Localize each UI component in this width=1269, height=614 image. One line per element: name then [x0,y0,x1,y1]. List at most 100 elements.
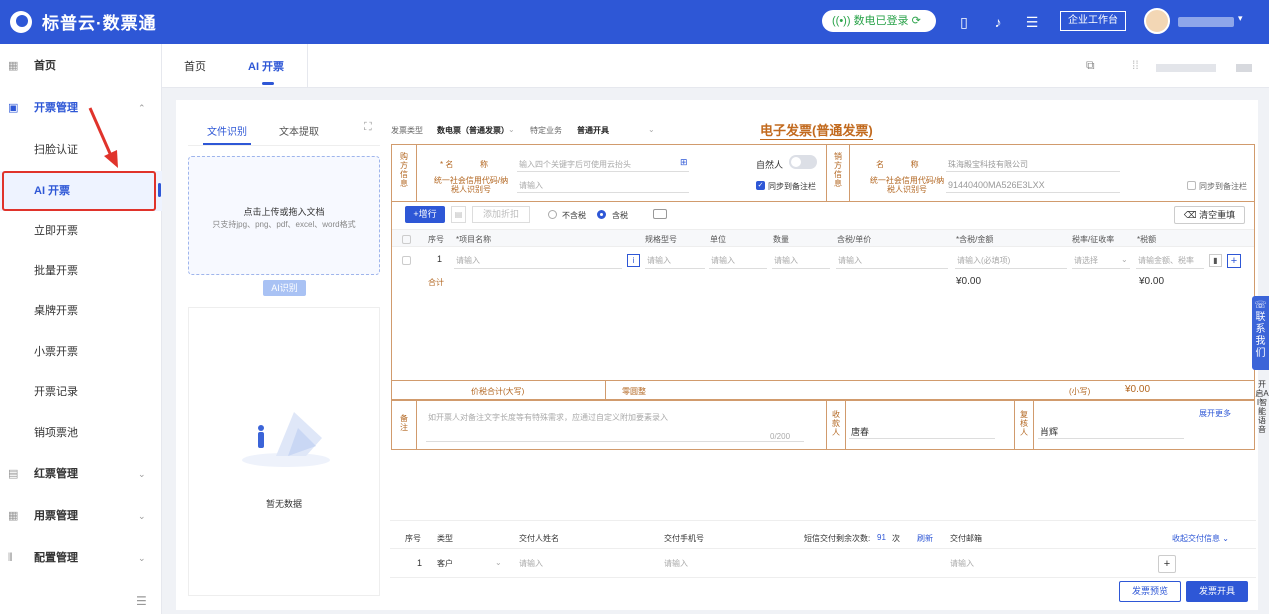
trash-icon[interactable]: ▮ [1209,254,1222,267]
sync-checkbox-checked[interactable]: ✓ [756,181,765,190]
radio-excl-tax[interactable] [548,210,557,219]
seller-sync-label: 同步到备注栏 [1199,182,1247,191]
message-icon[interactable]: ☰ [1022,12,1042,32]
item-name-input[interactable]: 请输入 [456,255,480,266]
biz-select[interactable]: 普通开具 [577,125,609,136]
unit-input[interactable]: 请输入 [711,255,735,266]
tablet-icon[interactable]: ▯ [954,12,974,32]
tab-divider [307,44,308,88]
caret-down-icon[interactable]: ▾ [1238,13,1243,24]
contact-us-tab[interactable]: ☏ 联系我们 [1252,296,1269,370]
deliv-name-input[interactable]: 请输入 [519,558,543,569]
ai-voice-tab[interactable]: 开启AI智能语音 [1255,380,1269,434]
remark-input[interactable]: 如开票人对备注文字长度等有特殊需求，应通过自定义附加要素录入 [428,412,668,423]
col-unit: 单位 [710,235,726,244]
deliv-email-input[interactable]: 请输入 [950,558,974,569]
cloud-title-icon[interactable]: ⊞ [680,157,688,168]
ai-recognize-button[interactable]: AI识别 [263,280,306,296]
amount-input[interactable]: 请输入(必填项) [957,255,1010,266]
input-underline [426,441,804,442]
qty-input[interactable]: 请输入 [774,255,798,266]
chevron-down-icon[interactable]: ⌄ [648,125,655,134]
tax-input[interactable]: 请输金额、税率 [1138,255,1194,266]
buyer-tax-input[interactable]: 请输入 [519,180,543,191]
row-checkbox[interactable] [402,256,411,265]
username-redacted[interactable] [1178,17,1234,27]
chevron-down-icon[interactable]: ⌄ [508,125,515,134]
price-input[interactable]: 请输入 [838,255,862,266]
tax-rate-select[interactable]: 请选择 [1074,255,1098,266]
clipboard-icon[interactable]: ⧉ [1086,58,1095,73]
refresh-link[interactable]: 刷新 [917,533,933,544]
sidebar-item-table-card[interactable]: 桌牌开票 [0,291,162,331]
invoice-type-select[interactable]: 数电票（普通发票） [437,125,509,136]
add-discount-button[interactable]: 添加折扣 [472,206,530,223]
sidebar-item-red-ticket[interactable]: ▤ 红票管理 ⌄ [0,454,162,494]
bell-icon[interactable]: ♪ [988,12,1008,32]
deliv-row-index: 1 [417,558,423,568]
payee-label: 收款人 [832,410,840,437]
menu-collapse-icon[interactable]: ☰ [136,594,147,608]
sidebar-item-batch[interactable]: 批量开票 [0,251,162,291]
select-all-checkbox[interactable] [402,235,411,244]
input-underline [772,268,830,269]
reviewer-label: 复核人 [1020,410,1028,437]
deliv-col-index: 序号 [405,534,421,543]
total-upper: 零圆整 [622,387,646,396]
seller-sync-checkbox[interactable] [1187,181,1196,190]
sidebar-item-pool[interactable]: 销项票池 [0,413,162,453]
sidebar-item-records[interactable]: 开票记录 [0,372,162,412]
expand-icon[interactable]: ⛶ [364,121,372,134]
login-status-text: 数电已登录 [853,15,909,27]
chevron-down-icon[interactable]: ⌄ [495,558,502,567]
preview-button[interactable]: 发票预览 [1119,581,1181,602]
sidebar-item-home[interactable]: ▦ 首页 [0,46,162,86]
biz-label: 特定业务 [530,126,562,135]
tab-file-recognition[interactable]: 文件识别 [207,123,247,138]
upload-hint: 只支持jpg、png、pdf、excel、word格式 [212,220,356,229]
logo-icon [10,11,32,33]
sidebar-item-face-auth[interactable]: 扫脸认证 [0,130,162,170]
reviewer-input[interactable]: 肖辉 [1040,425,1058,438]
sms-remaining-count: 91 [877,533,886,542]
item-select-icon[interactable]: i [627,254,640,267]
expand-more-link[interactable]: 展开更多 [1199,408,1231,419]
tab-text-extract[interactable]: 文本提取 [279,123,319,138]
add-row-icon[interactable]: + [1227,254,1241,268]
clear-button[interactable]: ⌫ 清空重填 [1174,206,1245,224]
sidebar-item-receipt[interactable]: 小票开票 [0,332,162,372]
add-delivery-button[interactable]: + [1158,555,1176,573]
workbench-button[interactable]: 企业工作台 [1060,11,1126,31]
batch-icon[interactable]: ▤ [451,206,466,223]
radio-incl-tax[interactable] [597,210,606,219]
keyboard-icon[interactable] [653,209,667,219]
payee-input[interactable]: 唐春 [851,425,869,438]
buyer-name-input[interactable]: 输入四个关键字后可使用云抬头 [519,159,631,170]
sidebar-item-instant[interactable]: 立即开票 [0,211,162,251]
collapse-delivery-link[interactable]: 收起交付信息 ⌄ [1172,533,1229,544]
divider [390,548,1256,549]
login-status-pill[interactable]: ((•)) 数电已登录 ⟳ [822,10,936,32]
chevron-down-icon[interactable]: ⌄ [1121,255,1128,264]
deliv-type-select[interactable]: 客户 [437,558,453,569]
deliv-phone-input[interactable]: 请输入 [664,558,688,569]
tab-ai-invoice[interactable]: AI 开票 [248,58,284,74]
tab-indicator [262,82,274,85]
natural-person-label: 自然人 [756,160,784,170]
sidebar-item-config[interactable]: ⫴ 配置管理 ⌄ [0,538,162,578]
tab-home[interactable]: 首页 [184,58,206,74]
sidebar-item-invoice-mgmt[interactable]: ▣ 开票管理 ⌃ [0,88,162,128]
issue-button[interactable]: 发票开具 [1186,581,1248,602]
add-row-button[interactable]: +增行 [405,206,445,223]
divider [390,520,1256,521]
spec-input[interactable]: 请输入 [647,255,671,266]
seller-name-value[interactable]: 珠海殿宝科技有限公司 [948,159,1028,170]
sidebar-item-usage[interactable]: ▦ 用票管理 ⌄ [0,496,162,536]
apps-icon[interactable]: ⁞⁞ [1132,58,1139,72]
col-qty: 数量 [773,235,789,244]
col-index: 序号 [428,235,444,244]
avatar[interactable] [1144,8,1170,34]
active-indicator [158,183,161,197]
col-spec: 规格型号 [645,235,677,244]
seller-tax-value[interactable]: 91440400MA526E3LXX [948,180,1045,190]
